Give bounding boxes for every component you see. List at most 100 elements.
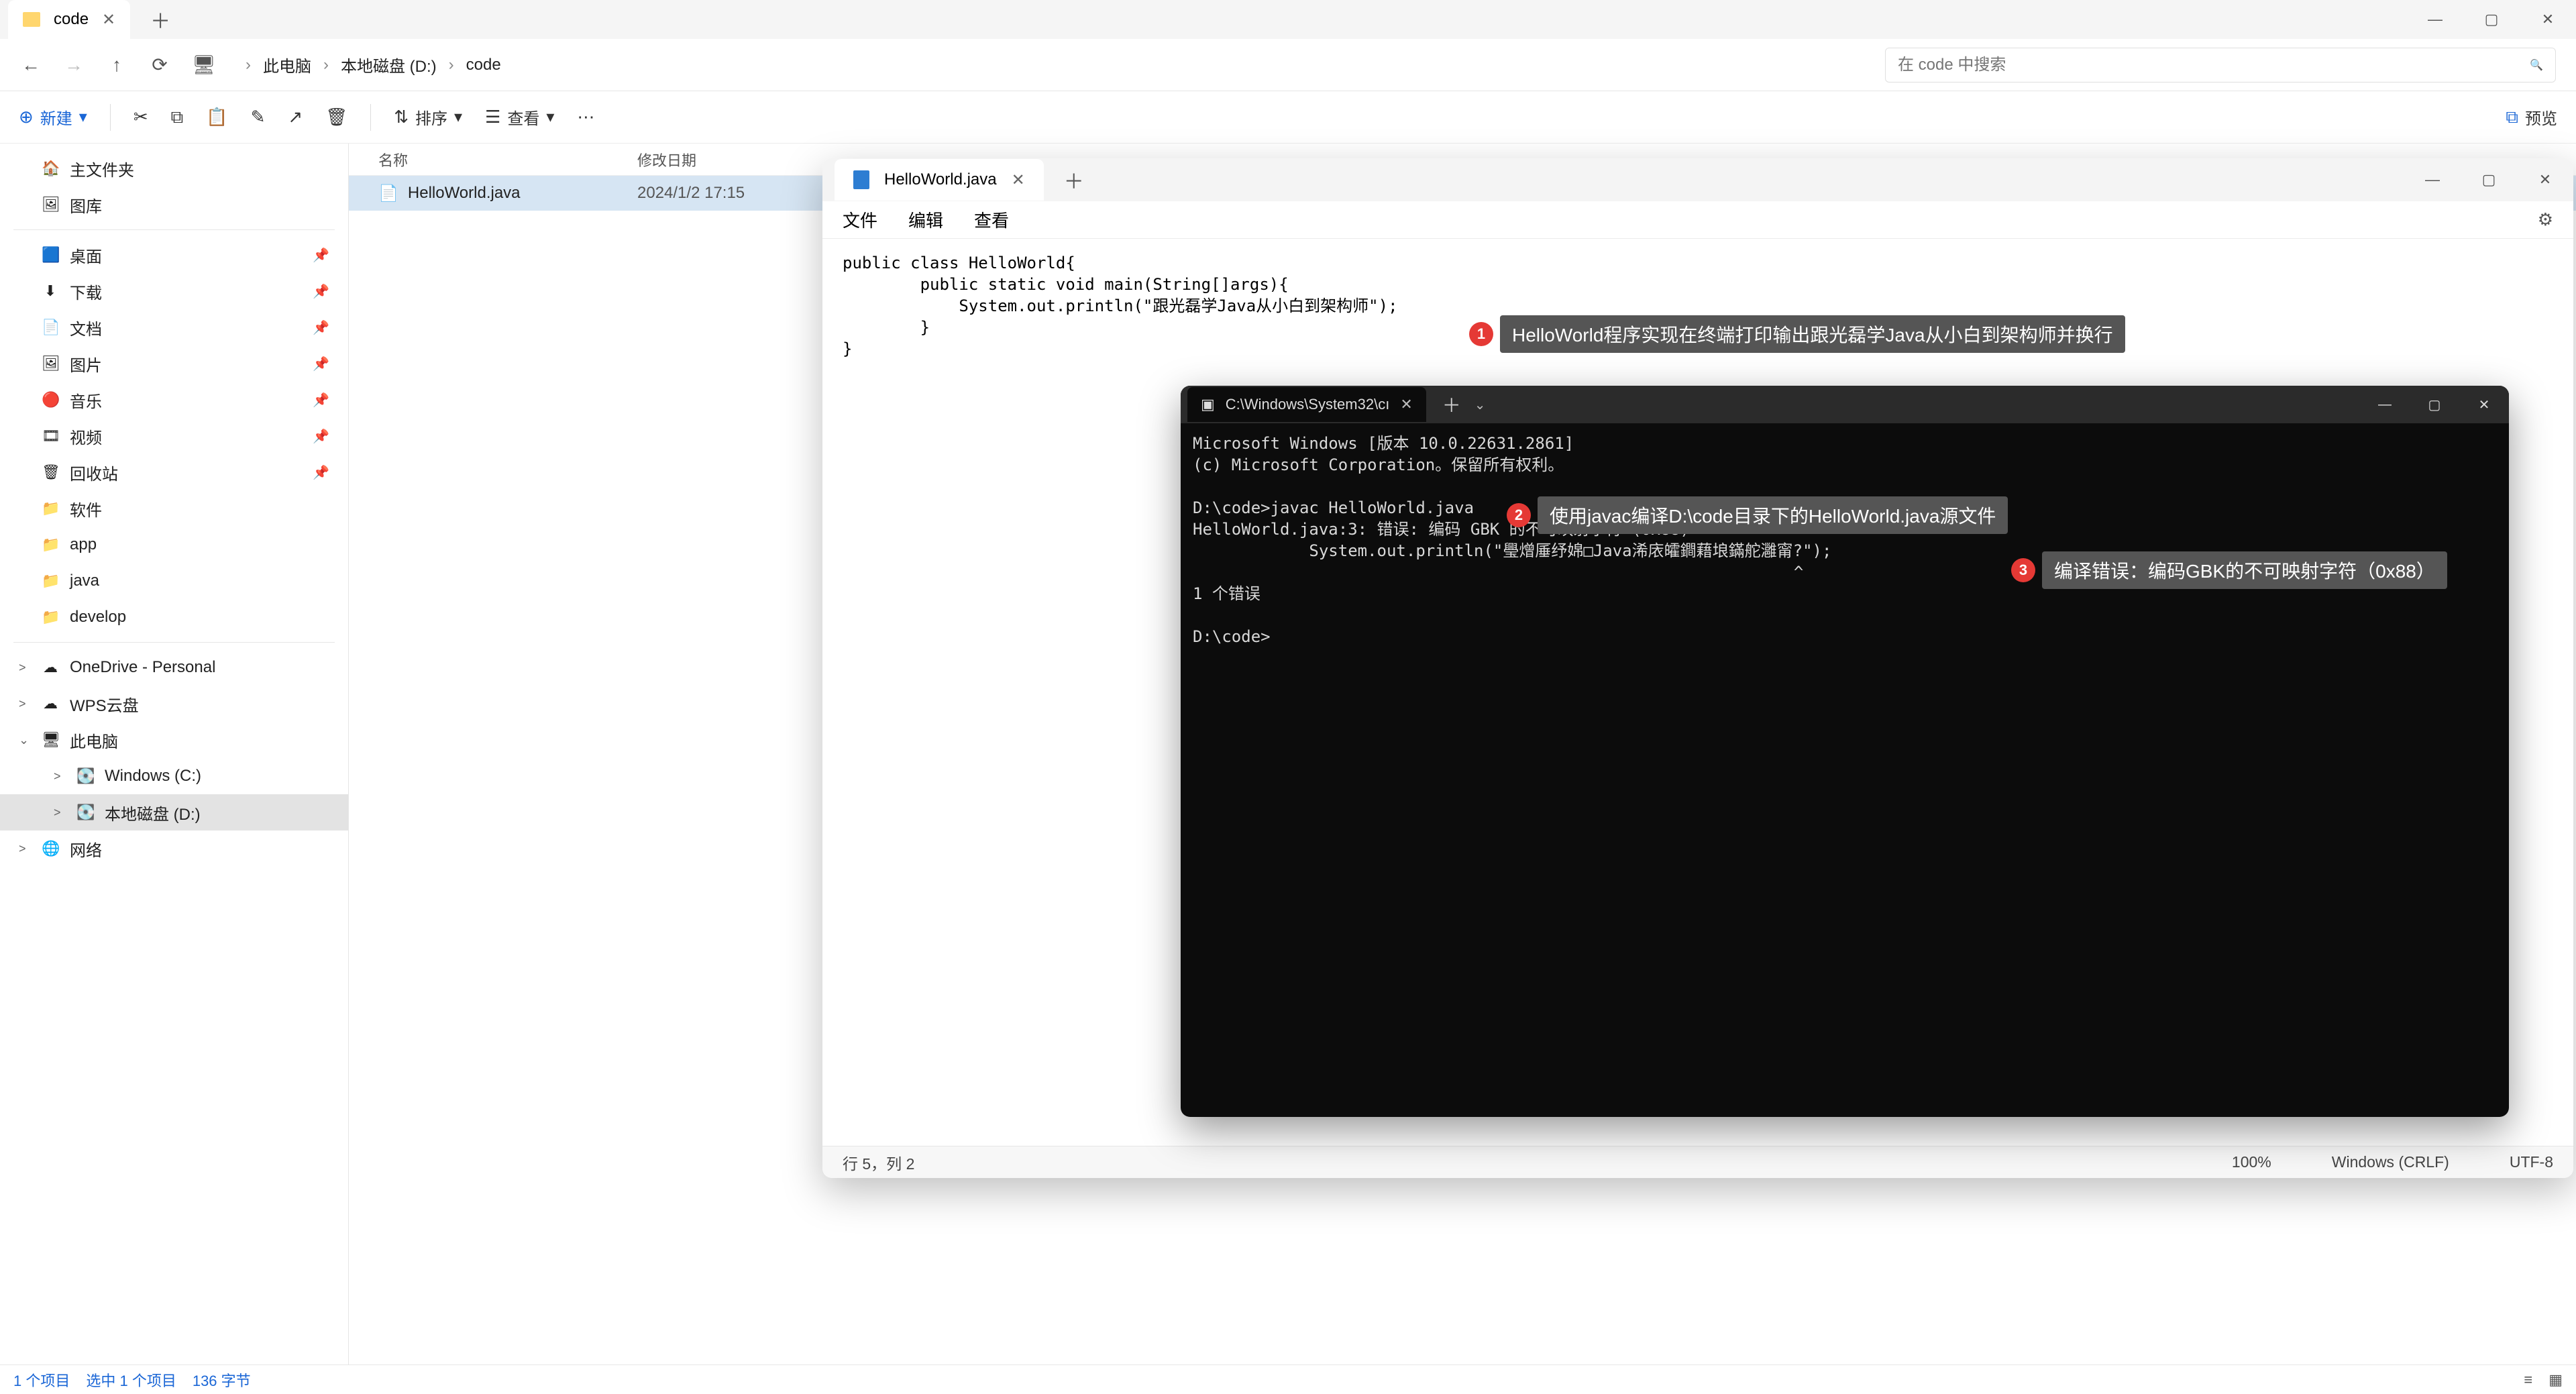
crumb-0[interactable]: 此电脑 [263,53,311,76]
paste-button[interactable]: 📋 [206,107,227,127]
copy-button[interactable]: ⧉ [171,107,184,128]
refresh-button[interactable]: ⟳ [149,54,170,76]
badge-3: 3 [2011,558,2035,582]
nav-item[interactable]: ⬇下载📌 [0,273,348,309]
col-name[interactable]: 名称 [349,149,637,170]
nav-item[interactable]: 📄文档📌 [0,309,348,345]
maximize-button[interactable]: ▢ [2463,0,2520,39]
nav-item[interactable]: 📁java [0,563,348,599]
annotation-2-text: 使用javac编译D:\code目录下的HelloWorld.java源文件 [1538,496,2008,534]
terminal-tab[interactable]: ▣ C:\Windows\System32\cı ✕ [1187,387,1426,422]
col-date[interactable]: 修改日期 [637,149,812,170]
close-icon[interactable]: ✕ [1400,396,1412,413]
nav-item[interactable]: >💽Windows (C:) [0,758,348,794]
badge-1: 1 [1469,322,1493,346]
nav-item[interactable]: 🗑回收站📌 [0,454,348,490]
view-button[interactable]: ☰查看▾ [485,105,554,129]
nav-item[interactable]: 🏠主文件夹 [0,150,348,186]
search-input[interactable] [1898,56,2522,74]
explorer-tab-title: code [54,10,89,29]
divider [110,104,111,131]
search-icon: 🔍 [2530,58,2543,72]
nav-icon: 🟦 [42,246,59,264]
notepad-titlebar: HelloWorld.java ✕ ＋ — ▢ ✕ [822,158,2573,201]
nav-icon: ⬇ [42,282,59,300]
nav-label: 图库 [70,193,102,217]
explorer-toolbar: ⊕新建▾ ✂ ⧉ 📋 ✎ ↗ 🗑 ⇅排序▾ ☰查看▾ ⋯ ⧉预览 [0,91,2576,144]
notepad-statusbar: 行 5，列 2 100% Windows (CRLF) UTF-8 [822,1146,2573,1178]
rename-icon: ✎ [251,107,266,127]
nav-label: develop [70,608,126,627]
pin-icon: 📌 [313,319,329,336]
nav-item[interactable]: 📁develop [0,599,348,635]
back-button[interactable]: ← [20,54,42,76]
new-tab-button[interactable]: ＋ [150,5,170,34]
menu-edit[interactable]: 编辑 [908,207,943,232]
menu-view[interactable]: 查看 [974,207,1009,232]
annotation-2: 2 使用javac编译D:\code目录下的HelloWorld.java源文件 [1507,496,2008,534]
nav-item[interactable]: 🖼图片📌 [0,345,348,382]
grid-view-icon[interactable]: ▦ [2548,1371,2563,1389]
nav-label: 回收站 [70,461,118,484]
breadcrumb[interactable]: › 此电脑 › 本地磁盘 (D:) › code [246,53,501,76]
close-icon[interactable]: ✕ [102,10,115,30]
nav-icon: ☁ [42,695,59,712]
delete-button[interactable]: 🗑 [325,107,347,127]
minimize-button[interactable]: — [2404,158,2461,201]
copy-icon: ⧉ [171,107,184,128]
status-selected: 选中 1 个项目 [86,1369,176,1391]
nav-item[interactable]: 🟦桌面📌 [0,237,348,273]
nav-item[interactable]: >☁WPS云盘 [0,686,348,722]
nav-item[interactable]: >🌐网络 [0,830,348,867]
minimize-button[interactable]: — [2407,0,2463,39]
new-button[interactable]: ⊕新建▾ [19,105,87,129]
share-button[interactable]: ↗ [288,107,303,127]
sort-button[interactable]: ⇅排序▾ [394,105,462,129]
close-icon[interactable]: ✕ [1012,170,1025,190]
nav-item[interactable]: >💽本地磁盘 (D:) [0,794,348,830]
details-view-icon[interactable]: ≡ [2524,1371,2532,1389]
encoding: UTF-8 [2510,1153,2553,1171]
explorer-address-bar: ← → ↑ ⟳ 🖥 › 此电脑 › 本地磁盘 (D:) › code 🔍 [0,39,2576,91]
new-tab-button[interactable]: ＋ [1064,165,1084,195]
rename-button[interactable]: ✎ [251,107,266,127]
nav-item[interactable]: 🎞视频📌 [0,418,348,454]
nav-item[interactable]: 📁app [0,527,348,563]
close-button[interactable]: ✕ [2459,386,2509,423]
maximize-button[interactable]: ▢ [2410,386,2459,423]
nav-item[interactable]: 🔴音乐📌 [0,382,348,418]
chevron-down-icon[interactable]: ⌄ [1474,396,1486,413]
view-icon: ☰ [485,107,500,127]
nav-label: OneDrive - Personal [70,658,215,677]
nav-item[interactable]: 📁软件 [0,490,348,527]
nav-item[interactable]: >☁OneDrive - Personal [0,649,348,686]
preview-button[interactable]: ⧉预览 [2506,105,2557,129]
minimize-button[interactable]: — [2360,386,2410,423]
crumb-2[interactable]: code [466,56,501,74]
forward-button[interactable]: → [63,54,85,76]
search-box[interactable]: 🔍 [1885,48,2556,83]
menu-file[interactable]: 文件 [843,207,877,232]
new-tab-button[interactable]: ＋ [1442,391,1461,418]
chevron-icon: › [449,56,454,74]
nav-icon: 💽 [76,804,94,821]
file-date: 2024/1/2 17:15 [637,184,812,203]
annotation-3-text: 编译错误：编码GBK的不可映射字符（0x88） [2042,551,2447,589]
nav-item[interactable]: 🖼图库 [0,186,348,223]
crumb-1[interactable]: 本地磁盘 (D:) [341,53,437,76]
maximize-button[interactable]: ▢ [2461,158,2517,201]
gear-icon[interactable]: ⚙ [2538,209,2553,230]
nav-label: 文档 [70,316,102,339]
terminal-window-controls: — ▢ ✕ [2360,386,2509,423]
nav-icon: 🎞 [42,427,59,445]
close-button[interactable]: ✕ [2520,0,2576,39]
explorer-tab[interactable]: code ✕ [8,0,130,39]
divider [370,104,371,131]
up-button[interactable]: ↑ [106,54,127,76]
more-button[interactable]: ⋯ [577,107,594,127]
nav-item[interactable]: ⌄🖥此电脑 [0,722,348,758]
cut-button[interactable]: ✂ [133,107,148,127]
chevron-icon: > [54,806,66,820]
notepad-tab[interactable]: HelloWorld.java ✕ [835,159,1044,201]
close-button[interactable]: ✕ [2517,158,2573,201]
